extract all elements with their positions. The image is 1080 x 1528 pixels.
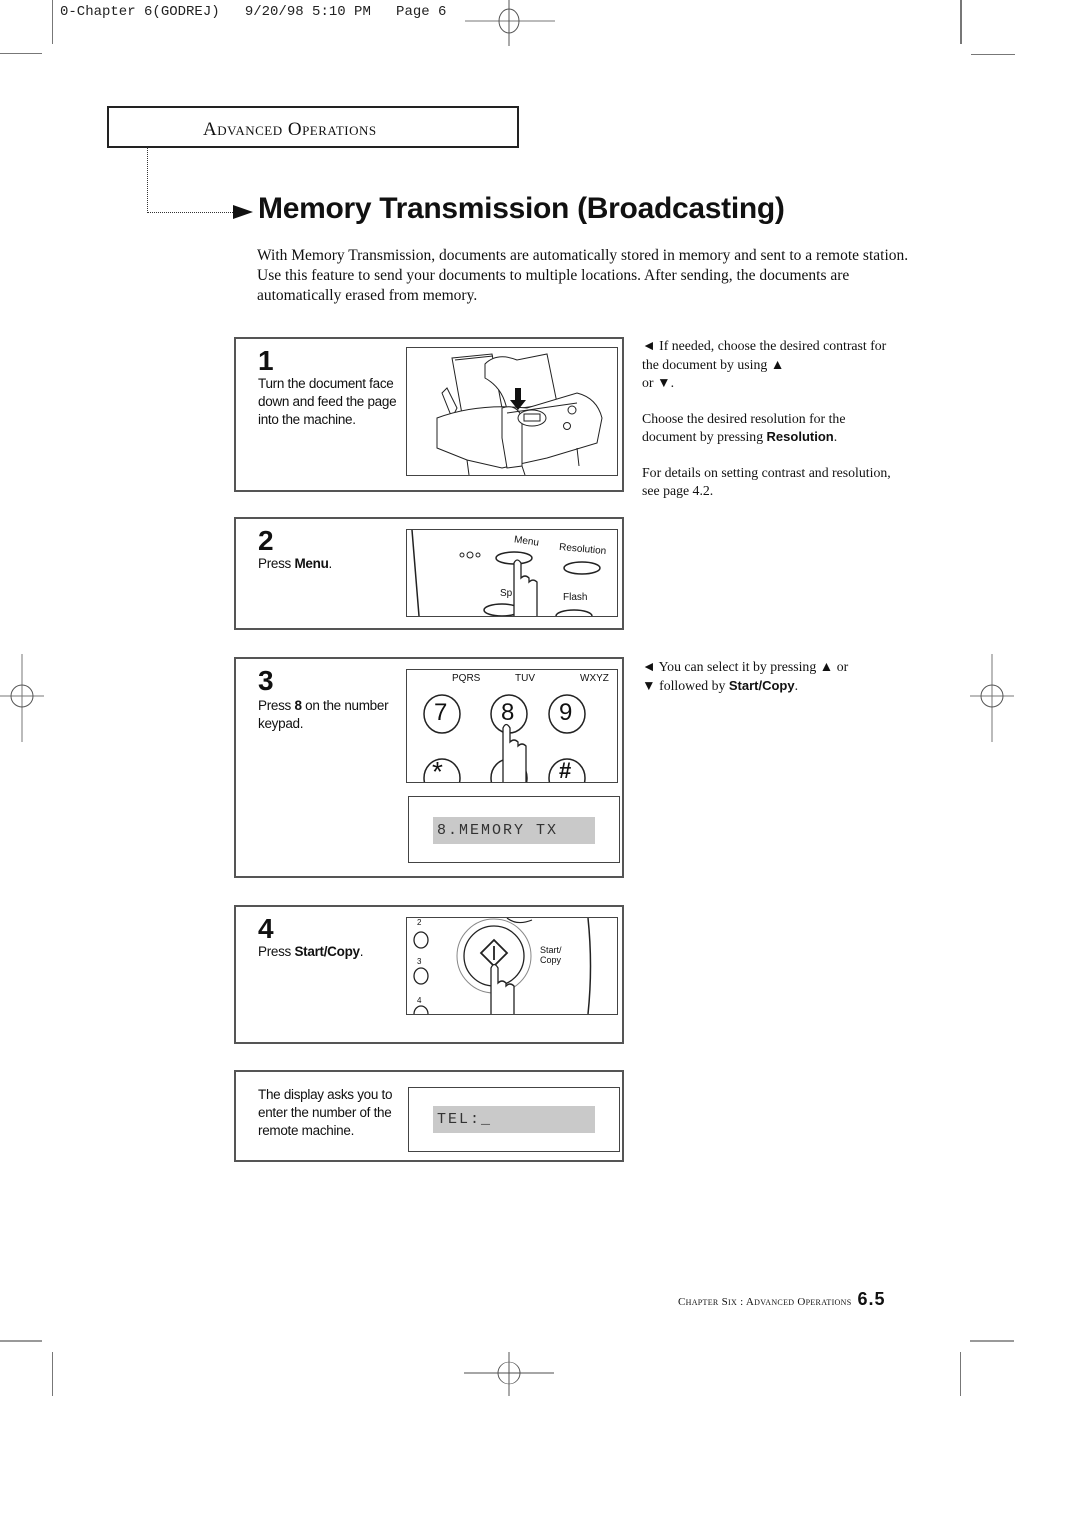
control-panel-icon <box>411 530 601 616</box>
crop-mark <box>970 1340 1014 1342</box>
menu-panel-illustration: Menu Resolution Sp Flash <box>406 529 618 617</box>
page-number: 6.5 <box>857 1289 886 1309</box>
fax-machine-illustration <box>406 347 618 476</box>
down-arrow-icon: ▼ <box>656 375 671 390</box>
left-arrow-icon: ◄ <box>642 338 656 353</box>
note-details: For details on setting contrast and reso… <box>642 464 891 499</box>
memory-key-4: 4 <box>417 996 422 1005</box>
step-text: Press 8 on the number keypad. <box>258 698 389 731</box>
step-text: Press Menu. <box>258 556 332 571</box>
start-copy-illustration: 2 3 4 Start/ Copy <box>406 917 618 1015</box>
step-text: The display asks you to enter the number… <box>258 1087 393 1138</box>
note-contrast: ◄ If needed, choose the desired contrast… <box>642 338 887 390</box>
speed-button-label: Sp <box>500 588 513 599</box>
connector-line <box>147 212 235 213</box>
crop-mark <box>971 54 1015 55</box>
left-arrow-icon: ◄ <box>642 659 656 674</box>
resolution-key-label: Resolution <box>766 429 834 444</box>
crop-mark <box>52 0 53 44</box>
intro-paragraph: With Memory Transmission, documents are … <box>257 247 909 304</box>
start-copy-key-label: Start/Copy <box>294 944 360 959</box>
step-text: Press Start/Copy. <box>258 944 364 959</box>
step-number: 2 <box>258 525 274 556</box>
note-contrast-resolution: ◄ If needed, choose the desired contrast… <box>642 337 902 518</box>
print-slug: 0-Chapter 6(GODREJ) 9/20/98 5:10 PM Page… <box>60 4 447 20</box>
footer-chapter: Chapter Six : Advanced Operations <box>678 1296 852 1308</box>
letters-tuv: TUV <box>515 673 535 684</box>
key-star: * <box>432 756 443 783</box>
step-number: 1 <box>258 345 274 376</box>
fax-machine-icon <box>436 353 603 475</box>
registration-mark-icon <box>464 1352 554 1396</box>
key-8-label: 8 <box>294 698 302 713</box>
section-header-box: Advanced Operations <box>107 106 519 148</box>
down-arrow-icon: ▼ <box>642 677 656 693</box>
lcd-display: TEL:_ <box>433 1106 595 1133</box>
crop-mark <box>52 1352 53 1396</box>
memory-key-3: 3 <box>417 957 422 966</box>
step-4: 4 Press Start/Copy. 2 3 4 Start/ Copy <box>234 905 624 1044</box>
crop-mark <box>960 1352 961 1396</box>
step-3: 3 Press 8 on the number keypad. PQRS TUV… <box>234 657 624 878</box>
start-copy-key-label: Start/Copy <box>728 677 795 693</box>
registration-mark-icon <box>0 654 44 742</box>
start-button-icon <box>413 918 592 1014</box>
registration-mark-icon <box>465 0 555 46</box>
note-select: ◄ You can select it by pressing ▲ or ▼ f… <box>642 659 849 693</box>
up-arrow-icon: ▲ <box>770 356 785 372</box>
crop-mark <box>0 1340 42 1342</box>
arrow-right-icon <box>233 205 253 219</box>
step-5: The display asks you to enter the number… <box>234 1070 624 1162</box>
flash-button-label: Flash <box>563 592 588 603</box>
note-resolution: Choose the desired resolution for the do… <box>642 410 846 445</box>
step-2: 2 Press Menu. Menu Resolution Sp Flash <box>234 517 624 630</box>
display-frame: 8.MEMORY TX <box>408 796 620 863</box>
lcd-display: 8.MEMORY TX <box>433 817 595 844</box>
display-frame: TEL:_ <box>408 1087 620 1152</box>
menu-key-label: Menu <box>294 556 329 571</box>
step-number: 3 <box>258 665 274 696</box>
key-8: 8 <box>501 699 515 726</box>
section-label: Advanced Operations <box>203 119 377 140</box>
crop-mark <box>960 0 962 44</box>
up-arrow-icon: ▲ <box>819 659 834 674</box>
crop-mark <box>0 53 42 54</box>
start-copy-label-2: Copy <box>540 955 562 965</box>
key-7: 7 <box>434 699 448 726</box>
registration-mark-icon <box>970 654 1014 742</box>
step-number: 4 <box>258 913 274 944</box>
step-text: Turn the document face down and feed the… <box>258 376 397 427</box>
letters-wxyz: WXYZ <box>580 673 609 684</box>
page-title: Memory Transmission (Broadcasting) <box>258 192 785 225</box>
letters-pqrs: PQRS <box>452 673 481 684</box>
connector-line <box>147 147 148 213</box>
start-copy-label-1: Start/ <box>540 945 562 955</box>
key-hash: # <box>559 758 572 783</box>
key-9: 9 <box>559 699 573 726</box>
memory-key-2: 2 <box>417 918 422 927</box>
keypad-illustration: PQRS TUV WXYZ 7 8 9 * # <box>406 669 618 783</box>
page-footer: Chapter Six : Advanced Operations 6.5 <box>678 1289 885 1310</box>
step-1: 1 Turn the document face down and feed t… <box>234 337 624 492</box>
